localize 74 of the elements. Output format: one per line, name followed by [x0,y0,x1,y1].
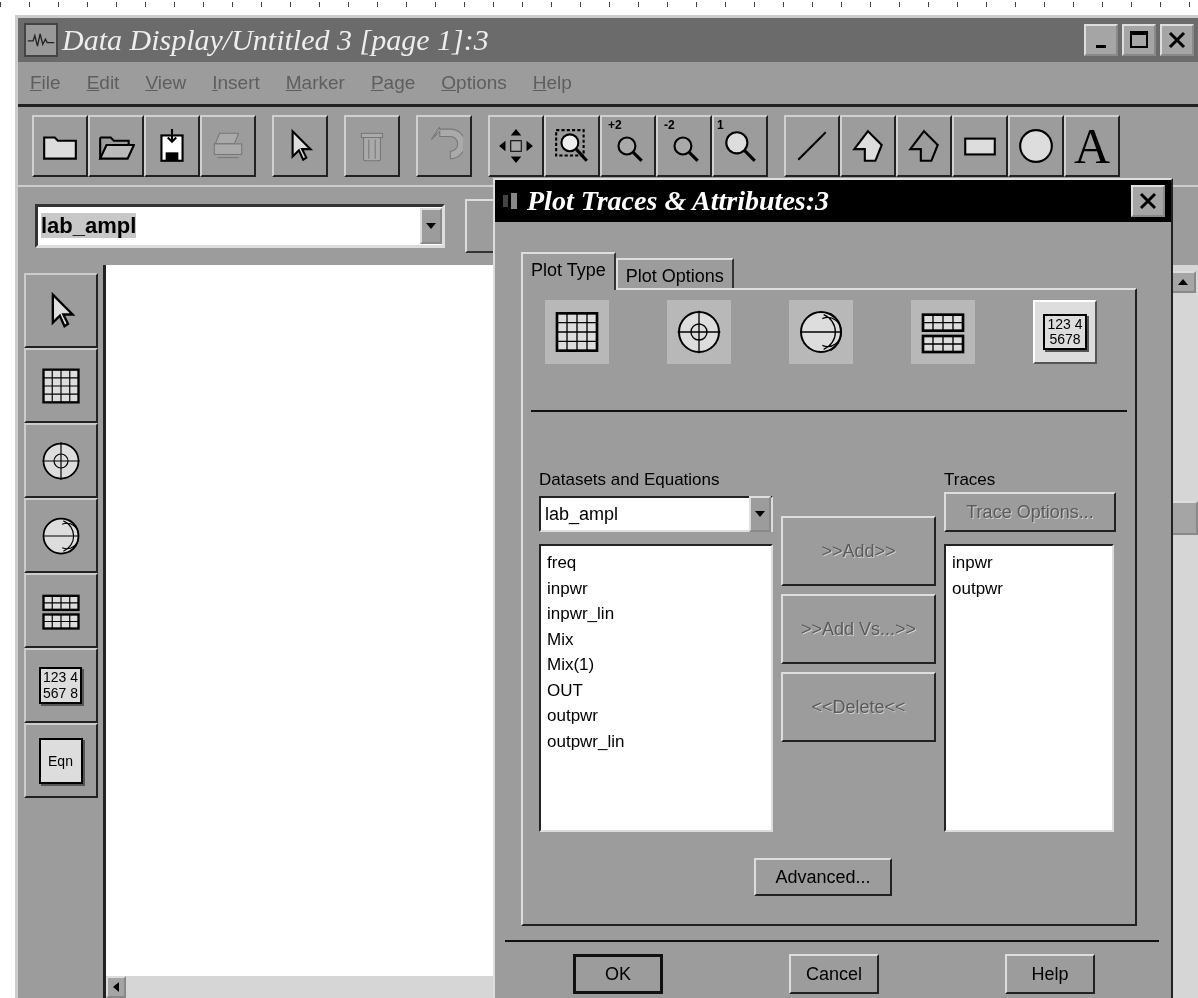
datasets-label: Datasets and Equations [539,470,721,490]
maximize-icon [1129,30,1149,50]
palette-button[interactable]: Eqn [23,723,98,798]
toolbar-button[interactable] [32,115,88,177]
polar-chart-icon [675,308,723,356]
advanced-button[interactable]: Advanced... [754,858,892,896]
palette-button[interactable] [23,273,98,348]
palette-button[interactable]: 123 4 567 8 [23,648,98,723]
close-icon [1138,191,1158,211]
plot-type-button[interactable] [789,300,853,364]
zoom-box-icon [553,127,591,165]
list-item[interactable]: outpwr [952,575,1106,601]
minimize-button[interactable] [1084,24,1118,56]
toolbar-button[interactable] [272,115,328,177]
close-button[interactable] [1131,185,1165,217]
close-button[interactable] [1160,24,1194,56]
list-item[interactable]: OUT [547,677,765,703]
toolbar-button[interactable] [144,115,200,177]
list-item[interactable]: outpwr [547,703,765,729]
palette-button[interactable] [23,498,98,573]
zoom-factor-label: +2 [607,119,623,132]
palette-button[interactable] [23,423,98,498]
traces-label: Traces [944,470,997,490]
zoom-factor-label: 1 [716,119,725,132]
dialog-button[interactable]: Cancel [789,954,879,994]
plot-type-button[interactable]: 123 4 5678 [1033,300,1097,364]
toolbar-button[interactable]: -2 [656,115,712,177]
minimize-icon [1096,44,1106,48]
list-item[interactable]: freq [547,550,765,576]
toolbar-button[interactable] [896,115,952,177]
text-tool-button[interactable]: A [1064,115,1120,177]
dropdown-arrow-icon [426,223,436,229]
dataset-dropdown[interactable]: lab_ampl [539,496,773,532]
table-icon: 123 4 567 8 [38,667,82,704]
plot-type-button[interactable] [911,300,975,364]
tab[interactable]: Plot Type [521,252,616,290]
dialog-button[interactable]: OK [573,954,663,994]
toolbar-button[interactable] [1008,115,1064,177]
waveform-icon [24,23,58,57]
list-item[interactable]: Mix(1) [547,652,765,678]
plot-type-button[interactable] [545,300,609,364]
circle-icon [1017,127,1055,165]
list-item[interactable]: Mix [547,626,765,652]
toolbar-button[interactable]: +2 [600,115,656,177]
list-item[interactable]: inpwr_lin [547,601,765,627]
tab[interactable]: Plot Options [615,258,734,288]
scroll-left-icon [113,982,119,992]
toolbar-button[interactable] [784,115,840,177]
zoom-factor-label: -2 [663,119,676,132]
toolbar-button[interactable] [952,115,1008,177]
list-item[interactable]: outpwr_lin [547,728,765,754]
window-title: Data Display/Untitled 3 [page 1]:3 [62,23,490,57]
list-item[interactable]: inpwr [547,575,765,601]
toolbar-button[interactable] [88,115,144,177]
plot-type-button[interactable] [667,300,731,364]
maximize-button[interactable] [1122,24,1156,56]
polar-chart-icon [39,439,82,482]
dialog-title: Plot Traces & Attributes:3 [527,185,831,217]
palette-button[interactable] [23,348,98,423]
smith-chart-icon [797,308,845,356]
scroll-up-icon [1178,279,1188,285]
toolbar-button[interactable]: 1 [712,115,768,177]
palette-button[interactable] [23,573,98,648]
equation-icon: Eqn [38,737,83,784]
close-icon [1167,30,1187,50]
list-item[interactable]: inpwr [952,550,1106,576]
dropdown-arrow-icon [755,511,765,517]
dataset-dropdown[interactable]: lab_ampl [35,204,445,248]
dialog-button[interactable]: Help [1005,954,1095,994]
table-icon: 123 4 5678 [1043,313,1087,351]
toolbar-button[interactable] [488,115,544,177]
toolbar-button[interactable] [840,115,896,177]
move-icon [497,127,535,165]
toolbar-button[interactable] [544,115,600,177]
